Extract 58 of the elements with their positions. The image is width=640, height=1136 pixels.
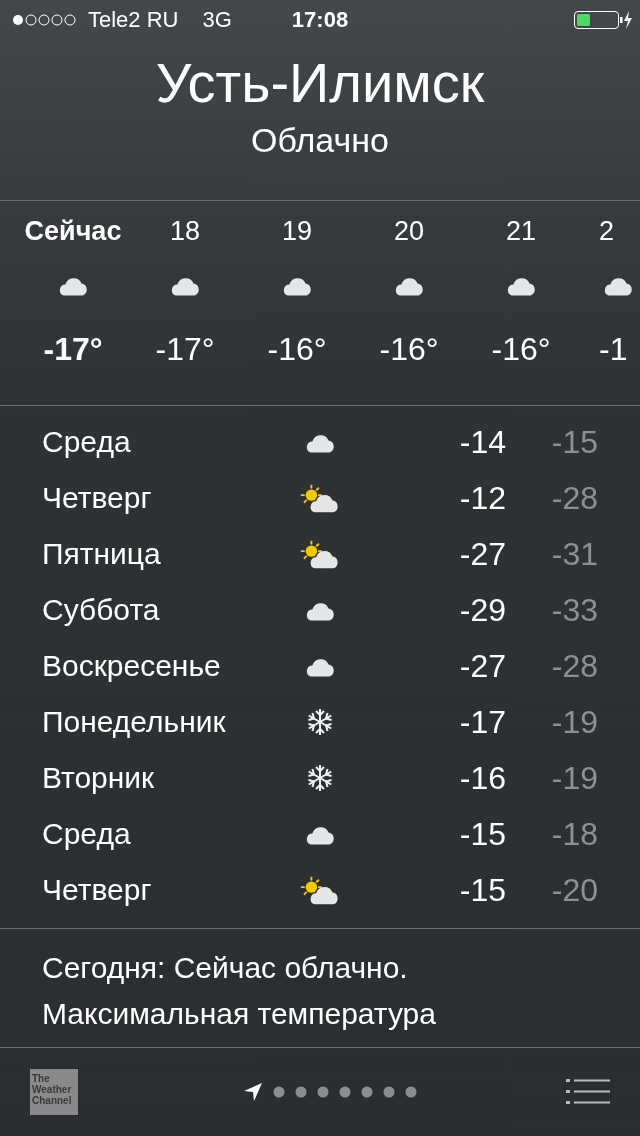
hour-label: Сейчас <box>24 215 122 248</box>
location-arrow-icon[interactable] <box>243 1082 263 1102</box>
low-temperature: -19 <box>550 759 598 797</box>
page-dot[interactable] <box>273 1086 285 1098</box>
day-name: Пятница <box>42 537 162 571</box>
snowflake-icon <box>305 763 335 793</box>
carrier-name: Tele2 RU <box>88 7 179 33</box>
day-name: Четверг <box>42 481 153 515</box>
forecast-summary: Сегодня: Сейчас облачно. Максимальная температура <box>42 950 437 1032</box>
day-name: Понедельник <box>42 705 227 739</box>
hour-temperature: -17° <box>43 330 103 369</box>
page-dot[interactable] <box>295 1086 307 1098</box>
low-temperature: -31 <box>550 535 598 573</box>
page-dot[interactable] <box>405 1086 417 1098</box>
weather-condition: Облачно <box>251 120 389 161</box>
snowflake-icon <box>305 707 335 737</box>
high-temperature: -27 <box>458 535 506 573</box>
day-name: Среда <box>42 425 132 459</box>
weather-channel-logo[interactable]: The Weather Channel <box>30 1069 78 1115</box>
high-temperature: -17 <box>458 703 506 741</box>
city-name: Усть-Илимск <box>155 50 485 116</box>
hour-temperature: -17° <box>155 330 215 369</box>
hour-label: 21 <box>505 215 536 248</box>
day-name: Вторник <box>42 761 156 795</box>
network-type: 3G <box>202 7 232 33</box>
list-icon[interactable] <box>566 1079 610 1105</box>
low-temperature: -28 <box>550 479 598 517</box>
hour-temperature: -1 <box>599 330 628 369</box>
high-temperature: -27 <box>458 647 506 685</box>
page-dot[interactable] <box>339 1086 351 1098</box>
page-dot[interactable] <box>383 1086 395 1098</box>
low-temperature: -20 <box>550 871 598 909</box>
low-temperature: -15 <box>550 423 598 461</box>
hour-label: 2 <box>599 215 615 248</box>
day-name: Суббота <box>42 593 161 627</box>
page-dot[interactable] <box>317 1086 329 1098</box>
day-name: Воскресенье <box>42 649 222 683</box>
hour-label: 19 <box>281 215 312 248</box>
hour-temperature: -16° <box>267 330 327 369</box>
hour-label: 20 <box>393 215 424 248</box>
hour-temperature: -16° <box>379 330 439 369</box>
high-temperature: -29 <box>458 591 506 629</box>
page-dot[interactable] <box>361 1086 373 1098</box>
low-temperature: -19 <box>550 703 598 741</box>
battery-charging-icon <box>574 11 632 29</box>
day-name: Четверг <box>42 873 153 907</box>
high-temperature: -16 <box>458 759 506 797</box>
high-temperature: -15 <box>458 815 506 853</box>
high-temperature: -12 <box>458 479 506 517</box>
clock-time: 17:08 <box>291 7 349 33</box>
low-temperature: -28 <box>550 647 598 685</box>
high-temperature: -14 <box>458 423 506 461</box>
day-name: Среда <box>42 817 132 851</box>
low-temperature: -18 <box>550 815 598 853</box>
hour-label: 18 <box>169 215 200 248</box>
low-temperature: -33 <box>550 591 598 629</box>
hour-temperature: -16° <box>491 330 551 369</box>
high-temperature: -15 <box>458 871 506 909</box>
